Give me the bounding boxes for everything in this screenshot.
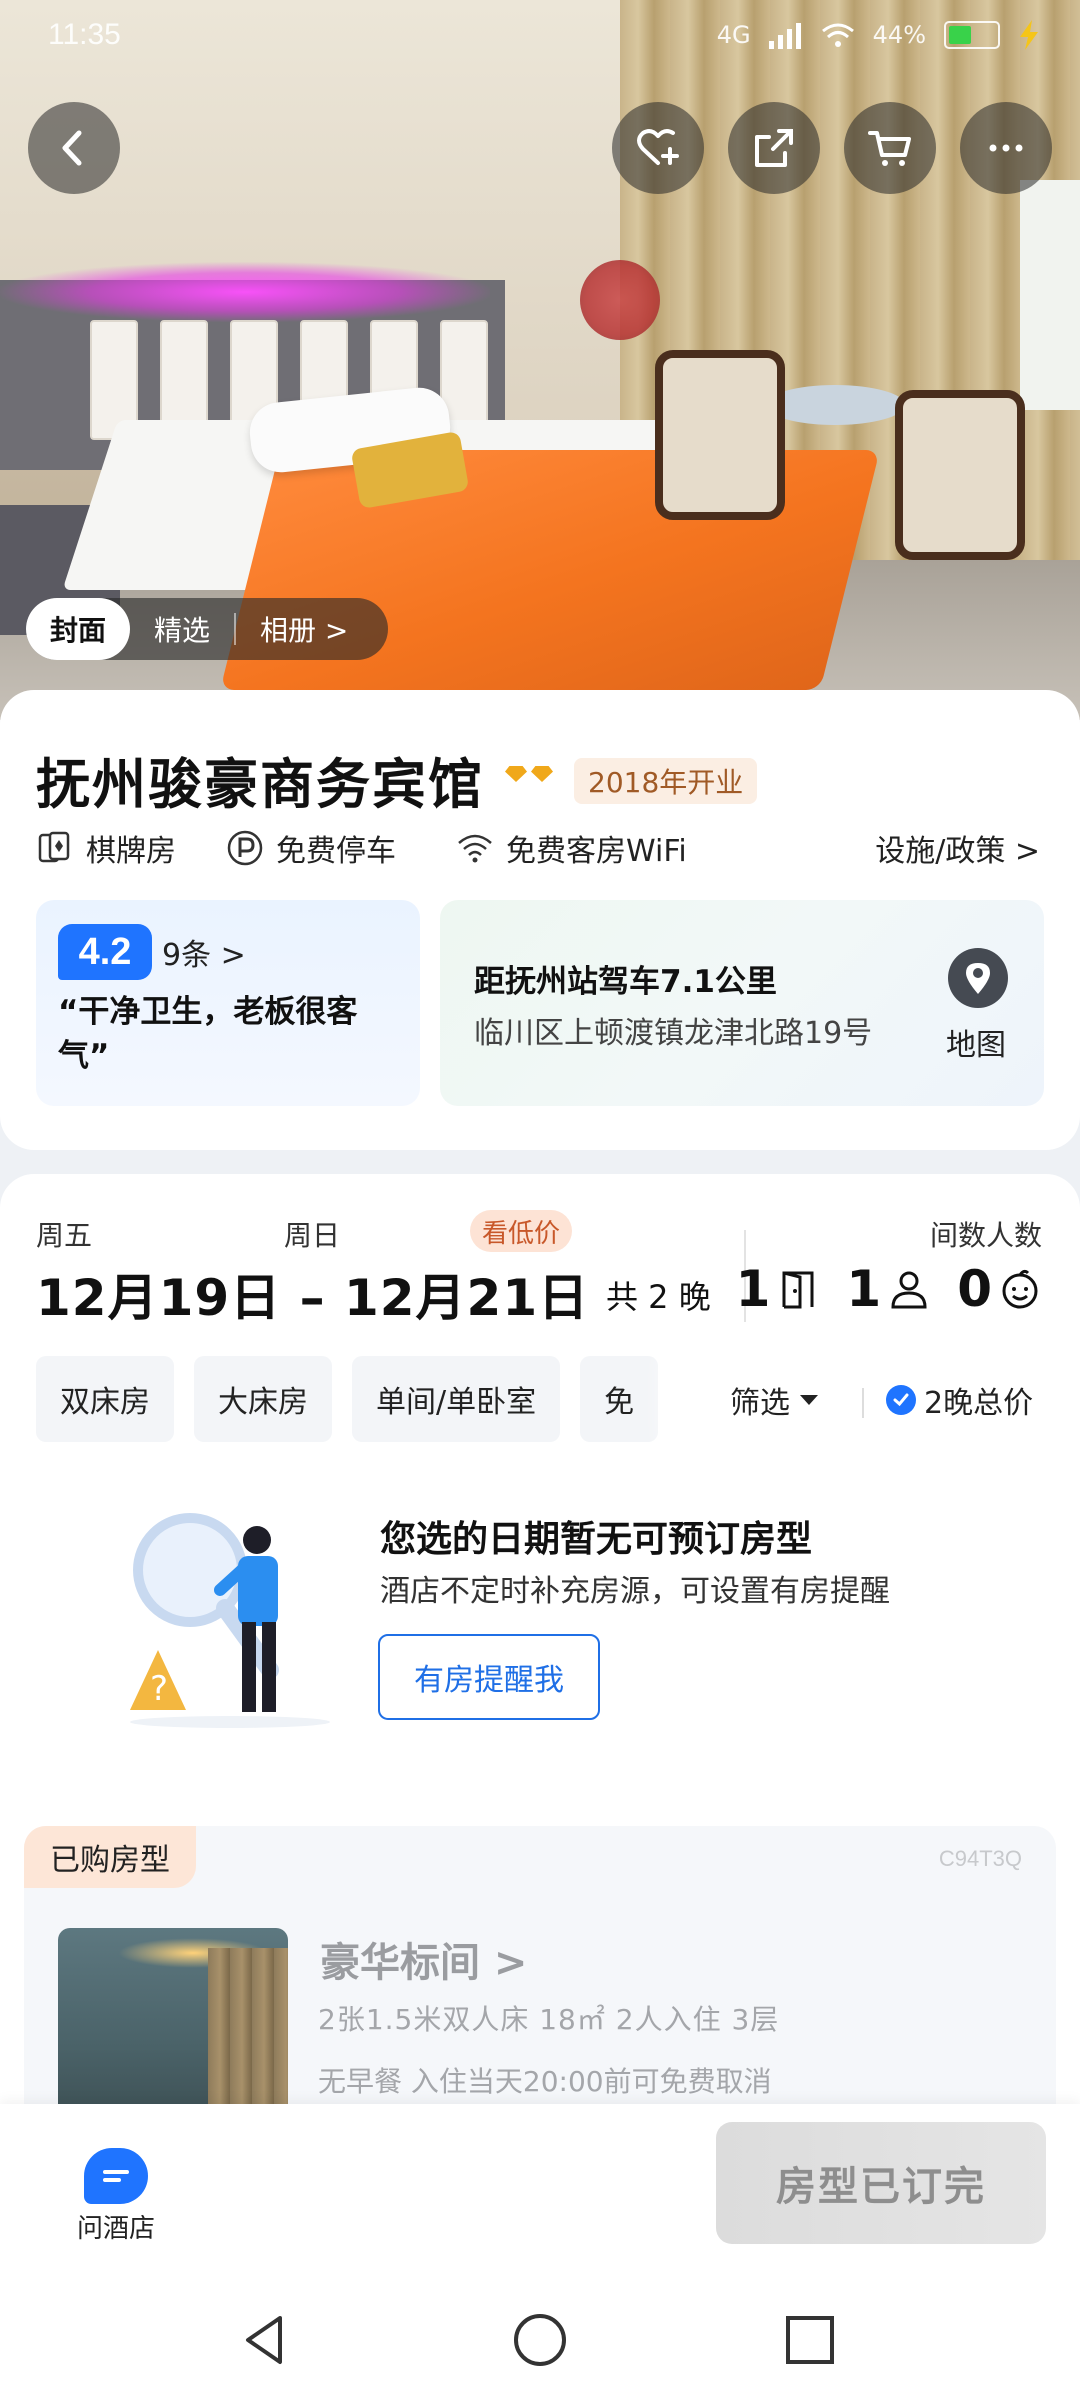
chip-free[interactable]: 免 bbox=[580, 1356, 659, 1442]
checkout-weekday: 周日 bbox=[284, 1219, 341, 1252]
share-button[interactable] bbox=[728, 102, 820, 194]
facility-label: 免费停车 bbox=[276, 834, 396, 869]
empty-state-subtitle: 酒店不定时补充房源，可设置有房提醒 bbox=[380, 1574, 890, 1609]
booking-card: 周五 周日 看低价 12月19日 – 12月21日 共 2 晚 间数人数 1 1… bbox=[0, 1174, 1080, 2206]
empty-state-title: 您选的日期暂无可预订房型 bbox=[380, 1519, 813, 1560]
adult-person-icon bbox=[891, 1271, 927, 1309]
nav-back-icon[interactable] bbox=[236, 2310, 296, 2370]
tab-cover[interactable]: 封面 bbox=[26, 598, 131, 660]
photo-neon-light bbox=[0, 262, 490, 322]
room-name[interactable]: 豪华标间 > bbox=[320, 1930, 527, 1988]
room-door-icon bbox=[782, 1271, 814, 1309]
facility-wifi: 免费客房WiFi bbox=[456, 826, 687, 870]
chip-single-room[interactable]: 单间/单卧室 bbox=[352, 1356, 561, 1442]
ask-hotel-label: 问酒店 bbox=[76, 2214, 155, 2244]
sold-out-button[interactable]: 房型已订完 bbox=[716, 2122, 1046, 2244]
photo-table bbox=[765, 385, 905, 425]
wifi-icon bbox=[821, 23, 854, 47]
room-filter-chips: 双床房 大床房 单间/单卧室 免 bbox=[36, 1356, 659, 1442]
review-count: 9条 > bbox=[162, 938, 246, 973]
guest-selector[interactable]: 1 1 0 bbox=[736, 1260, 1042, 1318]
battery-icon bbox=[944, 21, 1000, 49]
station-distance: 距抚州站驾车7.1公里 bbox=[474, 964, 777, 1000]
more-button[interactable] bbox=[960, 102, 1052, 194]
low-price-tag[interactable]: 看低价 bbox=[470, 1210, 573, 1252]
caret-down-icon bbox=[800, 1395, 818, 1405]
date-range[interactable]: 12月19日 – 12月21日 bbox=[36, 1258, 589, 1330]
share-icon bbox=[755, 129, 793, 167]
diamond-rating-icon bbox=[505, 766, 553, 782]
facility-parking: 免费停车 bbox=[226, 826, 396, 870]
total-price-toggle[interactable]: 2晚总价 bbox=[886, 1378, 1033, 1422]
review-quote: “干净卫生，老板很客气” bbox=[58, 994, 358, 1074]
checkin-weekday: 周五 bbox=[36, 1219, 93, 1252]
nights-count: 共 2 晚 bbox=[606, 1278, 711, 1316]
map-label[interactable]: 地图 bbox=[946, 1020, 1006, 1064]
favorite-button[interactable] bbox=[612, 102, 704, 194]
filter-label: 筛选 bbox=[730, 1386, 790, 1421]
thumb-curtain bbox=[208, 1948, 288, 2128]
filter-button[interactable]: 筛选 bbox=[730, 1378, 818, 1422]
photo-tabs: 封面 精选 相册 > bbox=[26, 598, 388, 660]
tab-album[interactable]: 相册 > bbox=[236, 598, 372, 660]
room-policy: 无早餐 入住当天20:00前可免费取消 bbox=[318, 2065, 772, 2098]
location-card[interactable]: 距抚州站驾车7.1公里 临川区上顿渡镇龙津北路19号 地图 bbox=[440, 900, 1044, 1106]
facility-policy-link[interactable]: 设施/政策 > bbox=[875, 826, 1040, 870]
hotel-address: 临川区上顿渡镇龙津北路19号 bbox=[474, 1016, 873, 1051]
photo-window bbox=[1020, 180, 1080, 410]
more-dots-icon bbox=[989, 144, 1023, 152]
system-navigation-bar bbox=[0, 2280, 1080, 2400]
battery-percent: 44% bbox=[872, 21, 926, 49]
back-arrow-icon bbox=[62, 130, 82, 166]
photo-chair bbox=[655, 350, 785, 520]
notify-me-button[interactable]: 有房提醒我 bbox=[378, 1634, 600, 1720]
divider bbox=[862, 1388, 864, 1418]
children-count: 0 bbox=[957, 1260, 992, 1318]
status-time: 11:35 bbox=[48, 18, 121, 51]
nav-recents-icon[interactable] bbox=[780, 2310, 840, 2370]
charging-icon bbox=[1020, 20, 1038, 50]
rating-score: 4.2 bbox=[58, 924, 152, 980]
check-icon bbox=[886, 1385, 916, 1415]
rating-card[interactable]: 4.2 9条 > “干净卫生，老板很客气” bbox=[36, 900, 420, 1106]
opening-year-badge: 2018年开业 bbox=[574, 758, 758, 804]
svg-text:?: ? bbox=[150, 1669, 168, 1709]
parking-icon bbox=[227, 830, 263, 866]
hotel-name: 抚州骏豪商务宾馆 bbox=[36, 753, 484, 816]
status-bar: 11:35 4G 44% bbox=[0, 0, 1080, 80]
room-thumbnail[interactable] bbox=[58, 1928, 288, 2128]
chip-twin-room[interactable]: 双床房 bbox=[36, 1356, 174, 1442]
back-button[interactable] bbox=[28, 102, 120, 194]
adults-count: 1 bbox=[846, 1260, 882, 1318]
hotel-info-card: 抚州骏豪商务宾馆 2018年开业 棋牌房 免费停车 免费客房WiFi 设施/政策… bbox=[0, 690, 1080, 1150]
rooms-count: 1 bbox=[735, 1260, 771, 1318]
signal-icon bbox=[768, 23, 801, 49]
network-indicator: 4G bbox=[716, 21, 751, 49]
empty-search-illustration: ? bbox=[130, 1513, 330, 1728]
cart-button[interactable] bbox=[844, 102, 936, 194]
ask-hotel-button[interactable]: 问酒店 bbox=[56, 2148, 176, 2245]
room-specs: 2张1.5米双人床 18㎡ 2人入住 3层 bbox=[318, 2003, 780, 2036]
bottom-action-bar: 问酒店 房型已订完 bbox=[0, 2104, 1080, 2280]
guests-label: 间数人数 bbox=[929, 1219, 1042, 1252]
room-code: C94T3Q bbox=[938, 1846, 1022, 1871]
facility-label: 免费客房WiFi bbox=[506, 834, 687, 869]
card-game-icon bbox=[38, 831, 70, 863]
cart-icon bbox=[868, 131, 911, 166]
facility-label: 棋牌房 bbox=[86, 834, 176, 869]
total-price-label: 2晚总价 bbox=[924, 1386, 1034, 1421]
chip-king-room[interactable]: 大床房 bbox=[194, 1356, 332, 1442]
facility-chess-room: 棋牌房 bbox=[36, 826, 176, 870]
purchased-tag: 已购房型 bbox=[24, 1826, 196, 1888]
chat-bubble-icon bbox=[84, 2148, 148, 2204]
heart-plus-icon bbox=[637, 129, 679, 165]
wifi-icon bbox=[458, 834, 492, 863]
photo-fan bbox=[580, 260, 660, 340]
nav-home-icon[interactable] bbox=[510, 2310, 570, 2370]
photo-chair bbox=[895, 390, 1025, 560]
map-pin-icon[interactable] bbox=[948, 948, 1008, 1008]
child-face-icon bbox=[1002, 1269, 1038, 1309]
tab-featured[interactable]: 精选 bbox=[130, 598, 234, 660]
